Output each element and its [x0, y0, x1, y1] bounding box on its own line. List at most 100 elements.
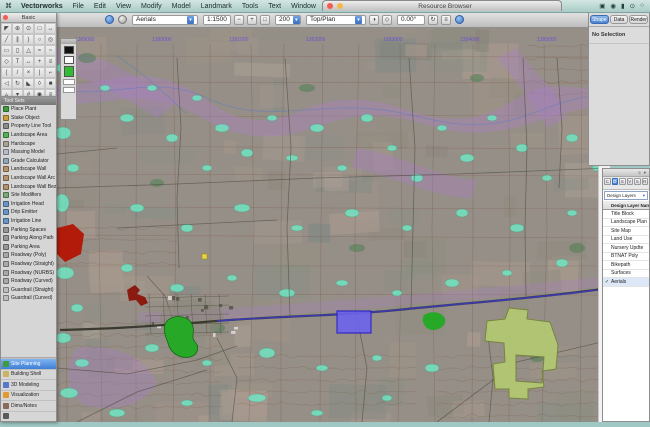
menu-window[interactable]: Window — [286, 3, 321, 10]
tool-chamfer[interactable]: / — [12, 67, 23, 78]
tool-fillet[interactable]: ( — [1, 67, 12, 78]
layer-scale-field[interactable]: 1:1500 — [203, 15, 231, 25]
airport-icon[interactable]: ◉ — [610, 2, 616, 10]
tool-property-line-tool[interactable]: Property Line Tool — [1, 122, 56, 131]
menu-model[interactable]: Model — [167, 3, 196, 10]
layer-row-nursery-updte[interactable]: Nursery Updte — [603, 244, 649, 253]
tool-drip-emitter[interactable]: Drip Emitter — [1, 208, 56, 217]
menu-tools[interactable]: Tools — [237, 3, 263, 10]
navigation-palette-header[interactable]: ≡ ▾ — [603, 169, 649, 177]
feature-yellow-marker[interactable] — [202, 254, 207, 259]
saved-views-button[interactable] — [118, 15, 127, 24]
tool-roadway-nurbs[interactable]: Roadway (NURBS) — [1, 268, 56, 277]
toolset-category-dims-notes[interactable]: Dims/Notes — [1, 400, 56, 411]
tool-rounded-rectangle[interactable]: ▯ — [12, 45, 23, 56]
menu-edit[interactable]: Edit — [89, 3, 111, 10]
tab-shape[interactable]: Shape — [590, 15, 609, 24]
tool-irrigation-head[interactable]: Irrigation Head — [1, 200, 56, 209]
menu-file[interactable]: File — [68, 3, 89, 10]
plan-rotation-icon[interactable]: ↻ — [428, 15, 438, 25]
toolset-category-building-shell[interactable]: Building Shell — [1, 369, 56, 380]
tool-irrigation-line[interactable]: Irrigation Line — [1, 217, 56, 226]
tool-selection-marquee[interactable]: □ — [34, 23, 45, 34]
line-style-field[interactable] — [63, 87, 75, 93]
tool-move-by-points[interactable]: ↔ — [45, 23, 56, 34]
fill-color-swatch[interactable] — [64, 46, 74, 54]
tool-zoom[interactable]: ⊙ — [23, 23, 34, 34]
menu-text[interactable]: Text — [263, 3, 286, 10]
apple-menu-icon[interactable]: ⌘ — [5, 2, 12, 10]
tool-pan[interactable]: ⊕ — [12, 23, 23, 34]
tool-rotate[interactable]: ↻ — [12, 78, 23, 89]
layer-options-icon[interactable]: ≡ — [441, 15, 451, 25]
tool-roadway-curved[interactable]: Roadway (Curved) — [1, 277, 56, 286]
tool-stake-object[interactable]: Stake Object — [1, 114, 56, 123]
line-weight-field[interactable] — [63, 79, 75, 85]
tool-trim[interactable]: × — [23, 67, 34, 78]
tool-sets-header[interactable]: Tool Sets — [1, 97, 56, 105]
tool-landscape-wall-arc[interactable]: Landscape Wall Arc — [1, 174, 56, 183]
zoom-in-icon[interactable]: + — [247, 15, 257, 25]
nav-tab-sheet-layers[interactable]: S — [619, 178, 626, 185]
menu-landmark[interactable]: Landmark — [196, 3, 237, 10]
tool-offset[interactable]: ≡ — [45, 56, 56, 67]
tool-clip[interactable]: ■ — [45, 78, 56, 89]
tool-parking-along-path[interactable]: Parking Along Path — [1, 234, 56, 243]
tool-landscape-wall[interactable]: Landscape Wall — [1, 165, 56, 174]
spotlight-icon[interactable]: ⊙ — [630, 2, 635, 10]
close-icon[interactable] — [3, 15, 8, 20]
chevron-down-icon[interactable]: ▾ — [644, 170, 646, 176]
layer-name-column-header[interactable]: Design Layer Name — [603, 201, 649, 210]
tool-oval[interactable]: ◎ — [45, 34, 56, 45]
nav-tab-viewports[interactable]: V — [627, 178, 634, 185]
clock-icon[interactable]: ○ — [640, 2, 644, 10]
tool-site-modifiers[interactable]: Site Modifiers — [1, 191, 56, 200]
toolset-category-partial[interactable] — [1, 411, 56, 422]
tool-regular-polygon[interactable]: ◇ — [1, 56, 12, 67]
tool-circle[interactable]: ○ — [34, 34, 45, 45]
nav-tab-references[interactable]: R — [642, 178, 649, 185]
tool-guardrail-straight[interactable]: Guardrail (Straight) — [1, 285, 56, 294]
fit-to-window-icon[interactable]: □ — [260, 15, 270, 25]
tool-text[interactable]: T — [12, 56, 23, 67]
zoom-percent-field[interactable]: 200 ▾ — [275, 15, 301, 25]
tool-parking-spaces[interactable]: Parking Spaces — [1, 225, 56, 234]
tool-split[interactable]: | — [34, 67, 45, 78]
tool-roadway-poly[interactable]: Roadway (Poly) — [1, 251, 56, 260]
attributes-palette-titlebar[interactable] — [61, 39, 76, 44]
rotation-field[interactable]: 0.00° — [397, 15, 425, 25]
projection-icon[interactable]: ◇ — [382, 15, 392, 25]
tool-landscape-area[interactable]: Landscape Area — [1, 131, 56, 140]
zoom-out-icon[interactable]: − — [234, 15, 244, 25]
close-icon[interactable] — [327, 3, 333, 9]
tool-mirror[interactable]: ◁ — [1, 78, 12, 89]
tool-landscape-wall-bez[interactable]: Landscape Wall Bez — [1, 182, 56, 191]
tool-double-line[interactable]: ∥ — [12, 34, 23, 45]
tool-place-plant[interactable]: Place Plant — [1, 105, 56, 114]
layer-row-land-use[interactable]: Land Use — [603, 236, 649, 245]
tool-line[interactable]: ╱ — [1, 34, 12, 45]
layer-dropdown[interactable]: Aerials ▾ — [132, 15, 198, 25]
tool-connect[interactable]: ⌐ — [45, 67, 56, 78]
menu-view[interactable]: View — [111, 3, 136, 10]
navigation-mode-dropdown[interactable]: Design Layers ▾ — [604, 191, 648, 200]
options-icon[interactable]: ≡ — [638, 170, 641, 175]
tab-render[interactable]: Render — [629, 15, 648, 24]
tool-guardrail-curved[interactable]: Guardrail (Curved) — [1, 294, 56, 303]
layer-row-site-map[interactable]: Site Map — [603, 227, 649, 236]
toolset-category-site-planning[interactable]: Site Planning — [1, 358, 56, 369]
tab-data[interactable]: Data — [610, 15, 629, 24]
tool-grade-calculator[interactable]: Grade Calculator — [1, 157, 56, 166]
window-titlebar[interactable]: Resource Browser — [322, 0, 562, 11]
nav-tab-saved-views[interactable]: S — [634, 178, 641, 185]
tool-arc[interactable]: ) — [23, 34, 34, 45]
tool-roadway-straight[interactable]: Roadway (Straight) — [1, 260, 56, 269]
menu-modify[interactable]: Modify — [136, 3, 167, 10]
back-view-button[interactable] — [105, 15, 114, 24]
drawing-canvas[interactable]: 1389000139000013910001392000139300013940… — [57, 28, 610, 422]
tool-rectangle[interactable]: ▭ — [1, 45, 12, 56]
layer-row-bikepath[interactable]: Bikepath — [603, 261, 649, 270]
pen-color-swatch[interactable] — [64, 56, 74, 64]
tool-locus[interactable]: + — [34, 56, 45, 67]
menu-vectorworks[interactable]: Vectorworks — [16, 3, 68, 10]
